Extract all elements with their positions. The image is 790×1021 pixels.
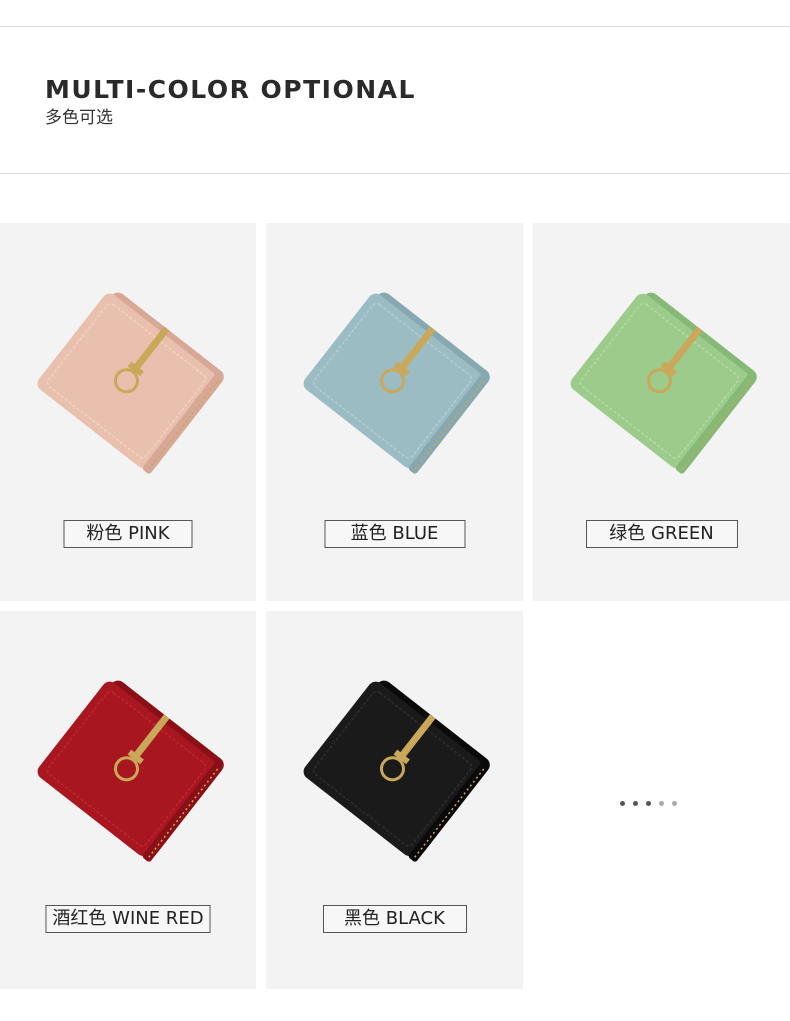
product-card-blue[interactable]: 蓝色 BLUE bbox=[266, 223, 523, 601]
color-label: 粉色 PINK bbox=[63, 520, 193, 548]
color-label: 绿色 GREEN bbox=[585, 520, 738, 548]
pager-dot bbox=[646, 801, 651, 806]
product-card-wine-red[interactable]: 酒红色 WINE RED bbox=[0, 611, 256, 989]
color-label: 黑色 BLACK bbox=[322, 905, 467, 933]
color-label: 酒红色 WINE RED bbox=[45, 905, 211, 933]
product-card-green[interactable]: 绿色 GREEN bbox=[533, 223, 790, 601]
pager-dot bbox=[633, 801, 638, 806]
header-divider bbox=[0, 173, 790, 174]
top-divider bbox=[0, 26, 790, 27]
color-label: 蓝色 BLUE bbox=[324, 520, 465, 548]
pager-dots bbox=[620, 801, 677, 806]
section-title: MULTI-COLOR OPTIONAL bbox=[45, 75, 416, 104]
wallet-image bbox=[303, 680, 490, 862]
pager-dot bbox=[659, 801, 664, 806]
section-subtitle: 多色可选 bbox=[45, 108, 113, 128]
product-card-pink[interactable]: 粉色 PINK bbox=[0, 223, 256, 601]
empty-cell bbox=[533, 611, 790, 989]
wallet-image bbox=[37, 292, 224, 474]
section-header: MULTI-COLOR OPTIONAL 多色可选 bbox=[45, 73, 416, 129]
pager-dot bbox=[672, 801, 677, 806]
product-card-black[interactable]: 黑色 BLACK bbox=[266, 611, 523, 989]
pager-dot bbox=[620, 801, 625, 806]
wallet-image bbox=[37, 680, 224, 862]
wallet-image bbox=[570, 292, 757, 474]
wallet-image bbox=[303, 292, 490, 474]
